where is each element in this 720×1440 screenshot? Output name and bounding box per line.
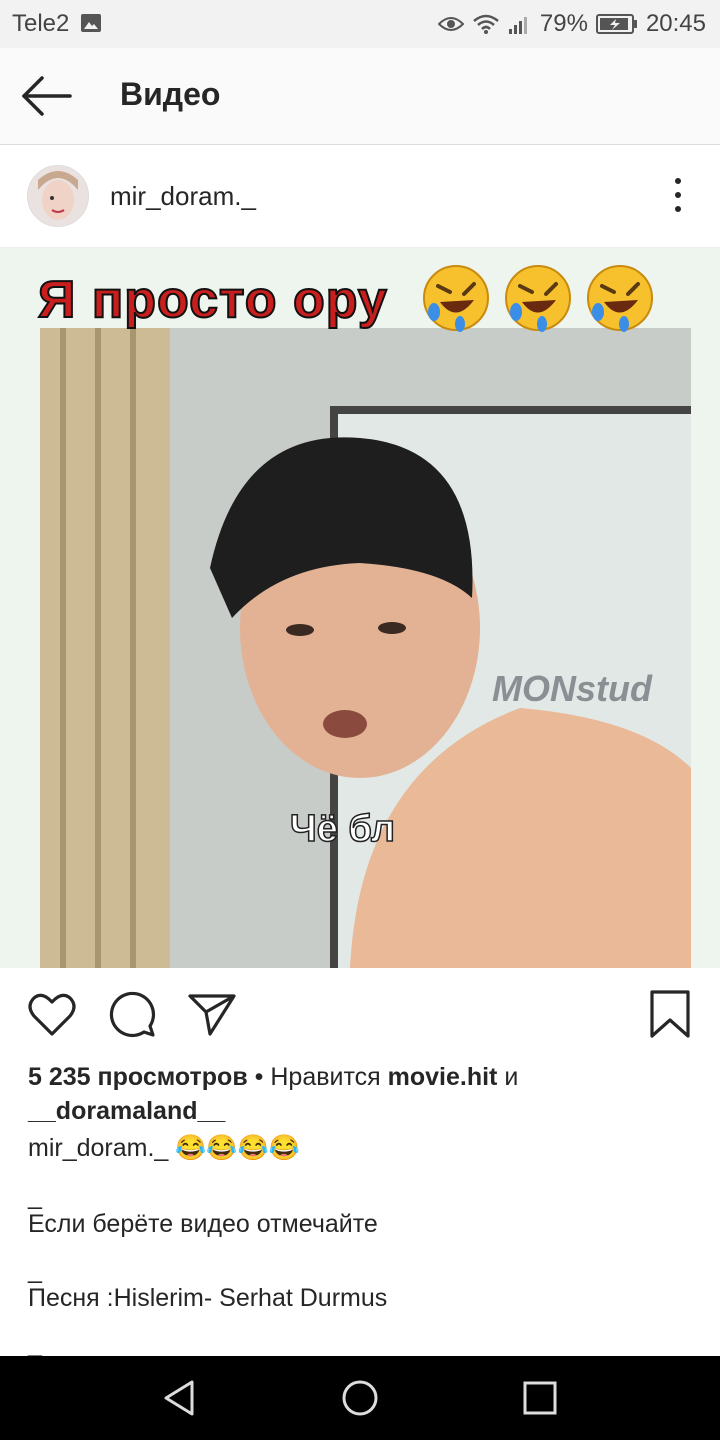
signal-icon: [508, 17, 527, 34]
comment-icon[interactable]: [106, 988, 158, 1040]
caption-song: Песня :Hislerim- Serhat Durmus: [28, 1284, 388, 1312]
caption-dash: _: [28, 1256, 42, 1284]
nav-home-icon[interactable]: [338, 1376, 382, 1420]
caption-username[interactable]: mir_doram._: [28, 1134, 168, 1162]
nav-back-icon[interactable]: [158, 1376, 202, 1420]
post-meta: 5 235 просмотров • Нравится movie.hit и …: [28, 1060, 688, 1128]
heart-icon[interactable]: [26, 988, 78, 1040]
laughing-emoji-group: [420, 262, 656, 334]
video-player[interactable]: Я просто ору MONstud Чё бл: [0, 248, 720, 968]
video-watermark: MONstud: [492, 668, 652, 709]
avatar-image: [28, 166, 88, 226]
wifi-icon: [473, 14, 499, 34]
carrier-label: Tele2: [12, 10, 70, 37]
video-frame: [0, 248, 720, 968]
nav-recents-icon[interactable]: [518, 1376, 562, 1420]
caption-emojis: 😂😂😂😂: [168, 1134, 300, 1162]
views-count: 5 235 просмотров: [28, 1063, 248, 1091]
battery-icon: [595, 14, 637, 34]
video-subtitle: Чё бл: [289, 807, 396, 851]
likes-conjunction: и: [497, 1063, 519, 1091]
status-bar: Tele2 79% 20:45: [0, 0, 720, 48]
caption-header: mir_doram._ 😂😂😂😂: [28, 1134, 300, 1163]
battery-percent: 79%: [539, 10, 588, 37]
status-indicators: 79% 20:45: [437, 10, 706, 38]
eye-icon: [437, 17, 464, 31]
caption-dash: _: [28, 1330, 42, 1358]
gallery-notification-icon: [81, 14, 101, 32]
liked-by-user-2[interactable]: __doramaland__: [28, 1097, 225, 1125]
meta-separator: •: [247, 1063, 271, 1091]
likes-prefix: Нравится: [270, 1063, 388, 1091]
liked-by-user-1[interactable]: movie.hit: [388, 1063, 498, 1091]
back-arrow-icon[interactable]: [14, 70, 78, 122]
clock: 20:45: [645, 10, 706, 37]
rofl-emoji-icon: [587, 265, 653, 332]
caption-dash: _: [28, 1182, 42, 1210]
app-bar: Видео: [0, 48, 720, 145]
system-nav-bar: [0, 1356, 720, 1440]
video-caption-overlay: Я просто ору: [37, 270, 388, 330]
post-header: mir_doram._: [0, 145, 720, 248]
bookmark-icon[interactable]: [644, 988, 696, 1040]
avatar[interactable]: [27, 165, 89, 227]
page-title: Видео: [120, 76, 221, 112]
share-icon[interactable]: [186, 988, 238, 1040]
more-options-icon[interactable]: [666, 175, 690, 215]
rofl-emoji-icon: [505, 265, 571, 332]
post-username[interactable]: mir_doram._: [110, 181, 256, 212]
rofl-emoji-icon: [423, 265, 489, 332]
caption-text: Если берёте видео отмечайте: [28, 1210, 378, 1238]
post-actions: [0, 988, 720, 1044]
